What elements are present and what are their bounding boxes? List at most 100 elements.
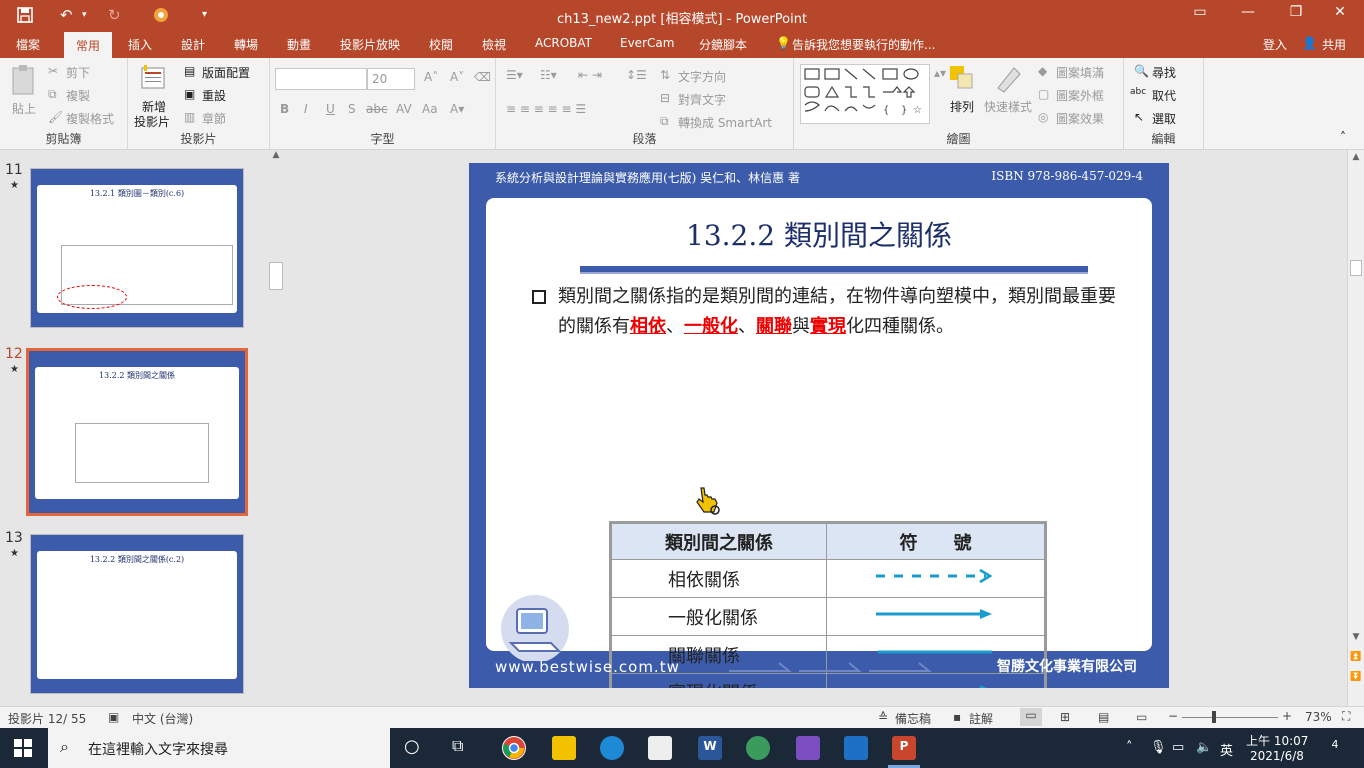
tray-chevron-icon[interactable]: ˄	[1126, 740, 1133, 755]
taskbar-search-box[interactable]: ⌕ 在這裡輸入文字來搜尋	[48, 728, 390, 768]
copy-icon[interactable]: ⧉	[48, 87, 57, 102]
word-icon[interactable]: W	[698, 736, 722, 760]
chrome-icon[interactable]	[502, 736, 526, 760]
share-button[interactable]: 共用	[1322, 36, 1346, 53]
cortana-icon[interactable]: ○	[404, 736, 428, 760]
reading-view-icon[interactable]: ▤	[1098, 710, 1109, 724]
gallery-scroll-icon[interactable]: ▴▾	[934, 66, 946, 80]
tab-design[interactable]: 設計	[181, 36, 205, 53]
windows-start-icon[interactable]	[14, 739, 32, 760]
normal-view-icon[interactable]: ▭	[1020, 708, 1042, 726]
tab-slideshow[interactable]: 投影片放映	[340, 36, 400, 53]
thumbnail-scrollbar[interactable]: ▲	[267, 150, 285, 706]
arrange-button[interactable]: 排列	[950, 98, 974, 115]
reset-icon[interactable]: ▣	[184, 87, 195, 101]
shrink-font-icon[interactable]: A˅	[450, 70, 464, 84]
arrange-icon[interactable]	[948, 64, 978, 94]
clock-date[interactable]: 2021/6/8	[1250, 749, 1304, 763]
spacing-button[interactable]: AV	[396, 102, 412, 116]
numbering-icon[interactable]: ☷▾	[540, 68, 557, 82]
scroll-up-icon[interactable]: ▲	[267, 150, 285, 160]
shape-effects-icon[interactable]: ◎	[1038, 110, 1048, 124]
italic-button[interactable]: I	[304, 102, 308, 116]
maps-icon[interactable]	[746, 736, 770, 760]
scroll-down-icon[interactable]: ▼	[1348, 632, 1364, 642]
file-explorer-icon[interactable]	[552, 736, 576, 760]
align-text-icon[interactable]: ⊟	[660, 91, 670, 105]
next-slide-icon[interactable]: ⏬	[1348, 672, 1364, 682]
shadow-button[interactable]: S	[348, 102, 356, 116]
slide-thumbnail[interactable]: 13.2.2 類別間之關係(c.2)	[30, 534, 244, 694]
zoom-slider[interactable]	[1182, 717, 1278, 718]
zoom-slider-thumb[interactable]	[1212, 711, 1216, 723]
layout-button[interactable]: 版面配置	[202, 64, 250, 81]
quick-styles-icon[interactable]	[994, 64, 1024, 94]
shape-fill-button[interactable]: 圖案填滿	[1056, 64, 1104, 81]
smartart-button[interactable]: 轉換成 SmartArt	[678, 114, 772, 131]
fit-to-window-icon[interactable]: ⛶	[1342, 709, 1350, 724]
format-painter-icon[interactable]: 🖌	[48, 110, 63, 124]
spellcheck-icon[interactable]: ▣	[108, 710, 119, 724]
zoom-level[interactable]: 73%	[1305, 710, 1332, 724]
slideshow-view-icon[interactable]: ▭	[1136, 710, 1147, 724]
collapse-ribbon-icon[interactable]: ˄	[1340, 130, 1346, 144]
notes-icon[interactable]: ≙	[878, 710, 888, 724]
line-spacing-icon[interactable]: ↕☰	[626, 68, 647, 82]
tab-insert[interactable]: 插入	[128, 36, 152, 53]
tab-home[interactable]: 常用	[64, 32, 113, 58]
align-buttons-icon[interactable]: ≡ ≡ ≡ ≡ ≡ ☰	[506, 102, 586, 116]
mail-icon[interactable]	[844, 736, 868, 760]
grow-font-icon[interactable]: A˄	[424, 70, 438, 84]
powerpoint-icon[interactable]: P	[892, 736, 916, 760]
paste-button[interactable]: 貼上	[12, 100, 36, 117]
volume-icon[interactable]: 🔈	[1196, 740, 1212, 755]
font-name-field[interactable]	[275, 68, 367, 90]
slide-thumbnail-selected[interactable]: 13.2.2 類別間之關係	[26, 348, 248, 516]
reset-button[interactable]: 重設	[202, 87, 226, 104]
scroll-up-icon[interactable]: ▲	[1348, 152, 1364, 162]
shape-outline-icon[interactable]: ▢	[1038, 87, 1049, 101]
previous-slide-icon[interactable]: ⏫	[1348, 652, 1364, 662]
slide-scrollbar[interactable]: ▲ ▼ ⏫ ⏬	[1347, 150, 1364, 706]
find-icon[interactable]: 🔍	[1134, 64, 1149, 78]
network-icon[interactable]: ▭	[1172, 740, 1184, 755]
font-color-icon[interactable]: A▾	[450, 102, 464, 116]
strikethrough-button[interactable]: abc	[366, 102, 388, 116]
slide-sorter-icon[interactable]: ⊞	[1060, 710, 1070, 724]
text-direction-icon[interactable]: ⇅	[660, 68, 670, 82]
tab-review[interactable]: 校閱	[429, 36, 453, 53]
restore-icon[interactable]: ❐	[1276, 4, 1316, 26]
comments-icon[interactable]: ▪	[953, 710, 961, 724]
slide-title[interactable]: 13.2.2 類別間之關係	[486, 214, 1152, 254]
tab-transitions[interactable]: 轉場	[234, 36, 258, 53]
current-slide[interactable]: 系統分析與設計理論與實務應用(七版) 吳仁和、林信惠 著 ISBN 978-98…	[469, 163, 1169, 688]
bullet-text[interactable]: 類別間之關係指的是類別間的連結，在物件導向塑模中，類別間最重要的關係有相依、一般…	[532, 282, 1132, 342]
scroll-thumb[interactable]	[1350, 260, 1362, 276]
visual-studio-icon[interactable]	[796, 736, 820, 760]
bold-button[interactable]: B	[280, 102, 289, 116]
tab-file[interactable]: 檔案	[16, 36, 40, 53]
language-indicator[interactable]: 中文 (台灣)	[132, 710, 193, 727]
notification-center-icon[interactable]: 4	[1322, 738, 1348, 758]
new-slide-button-2[interactable]: 投影片	[134, 113, 170, 130]
underline-button[interactable]: U	[326, 102, 335, 116]
align-text-button[interactable]: 對齊文字	[678, 91, 726, 108]
tab-view[interactable]: 檢視	[482, 36, 506, 53]
notes-button[interactable]: 備忘稿	[895, 710, 931, 727]
layout-icon[interactable]: ▤	[184, 64, 195, 78]
ime-indicator[interactable]: 英	[1220, 740, 1233, 759]
format-painter-button[interactable]: 複製格式	[66, 110, 114, 127]
font-size-field[interactable]: 20	[367, 68, 415, 90]
find-button[interactable]: 尋找	[1152, 64, 1176, 81]
slide-thumbnail[interactable]: 13.2.1 類別圖－類別(c.6)	[30, 168, 244, 328]
store-icon[interactable]	[648, 736, 672, 760]
shape-fill-icon[interactable]: ◆	[1038, 64, 1047, 78]
bullets-icon[interactable]: ☰▾	[506, 68, 523, 82]
replace-icon[interactable]: abc	[1130, 87, 1146, 97]
zoom-in-icon[interactable]: +	[1282, 709, 1292, 723]
section-button[interactable]: 章節	[202, 110, 226, 127]
tab-storyboard[interactable]: 分鏡腳本	[699, 36, 747, 53]
copy-button[interactable]: 複製	[66, 87, 90, 104]
cut-button[interactable]: 剪下	[66, 64, 90, 81]
ribbon-options-icon[interactable]: ▭	[1180, 4, 1220, 26]
